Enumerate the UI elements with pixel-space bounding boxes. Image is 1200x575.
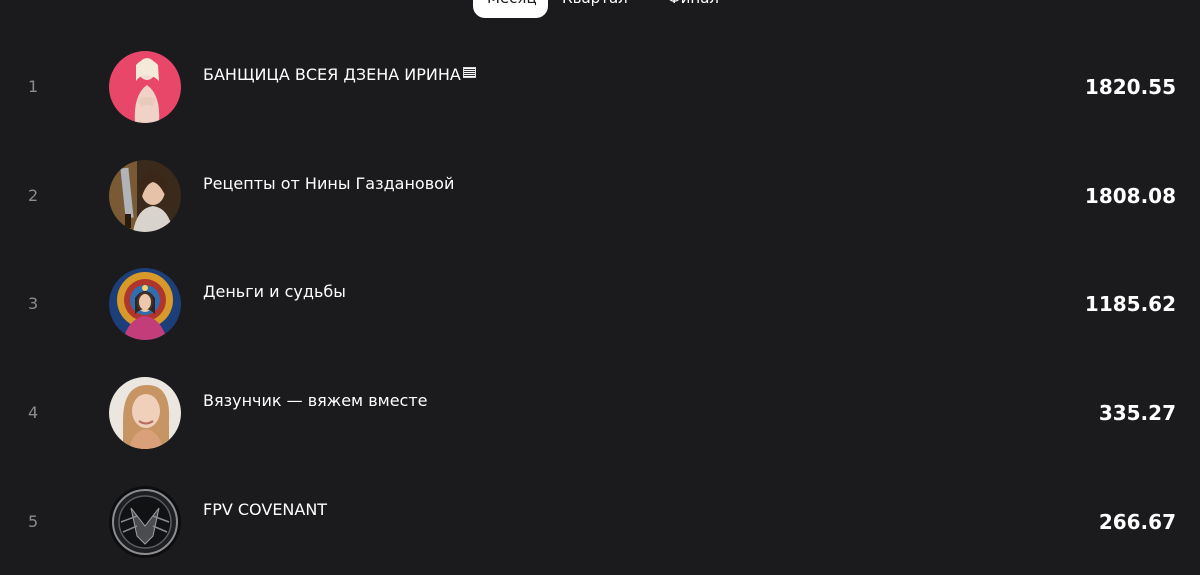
avatar[interactable]	[109, 486, 181, 558]
rank-number: 1	[28, 77, 39, 96]
avatar-smiling-woman-icon	[109, 377, 181, 449]
rank-number: 5	[28, 512, 39, 531]
avatar[interactable]	[109, 160, 181, 232]
score-value: 1808.08	[1084, 184, 1176, 208]
flag-icon	[462, 67, 476, 78]
score-value: 1185.62	[1084, 292, 1176, 316]
channel-name[interactable]: Вязунчик — вяжем вместе	[203, 391, 428, 410]
avatar[interactable]	[109, 377, 181, 449]
avatar-fpv-logo-icon	[109, 486, 181, 558]
leaderboard-row[interactable]: 5 FPV COVENANT 266.67	[0, 482, 1200, 562]
period-tabs: Месяц Квартал Финал	[473, 0, 733, 18]
avatar-woman-pink-icon	[109, 51, 181, 123]
leaderboard-row[interactable]: 1 БАНЩИЦА ВСЕЯ ДЗЕНА ИРИНА 1820.55	[0, 47, 1200, 127]
channel-name[interactable]: Деньги и судьбы	[203, 282, 346, 301]
channel-name[interactable]: Рецепты от Нины Газдановой	[203, 174, 454, 193]
rank-number: 4	[28, 403, 39, 422]
leaderboard-row[interactable]: 4 Вязунчик — вяжем вместе 335.27	[0, 373, 1200, 453]
score-value: 266.67	[1098, 510, 1176, 534]
rank-number: 2	[28, 186, 39, 205]
leaderboard-page: Месяц Квартал Финал 1 БАНЩИЦА ВСЕЯ ДЗЕНА…	[0, 0, 1200, 575]
leaderboard-row[interactable]: 3 Деньги и судьбы 1185.62	[0, 264, 1200, 344]
score-value: 335.27	[1098, 401, 1176, 425]
tab-quarter[interactable]: Квартал	[548, 0, 642, 18]
channel-name[interactable]: FPV COVENANT	[203, 500, 327, 519]
score-value: 1820.55	[1084, 75, 1176, 99]
leaderboard-row[interactable]: 2 Рецепты от Нины Газдановой 1808.08	[0, 156, 1200, 236]
avatar-woman-knife-icon	[109, 160, 181, 232]
avatar[interactable]	[109, 51, 181, 123]
channel-name[interactable]: БАНЩИЦА ВСЕЯ ДЗЕНА ИРИНА	[203, 65, 476, 84]
tab-month[interactable]: Месяц	[473, 0, 548, 18]
rank-number: 3	[28, 294, 39, 313]
avatar[interactable]	[109, 268, 181, 340]
tab-final[interactable]: Финал	[654, 0, 733, 18]
avatar-ornate-art-icon	[109, 268, 181, 340]
